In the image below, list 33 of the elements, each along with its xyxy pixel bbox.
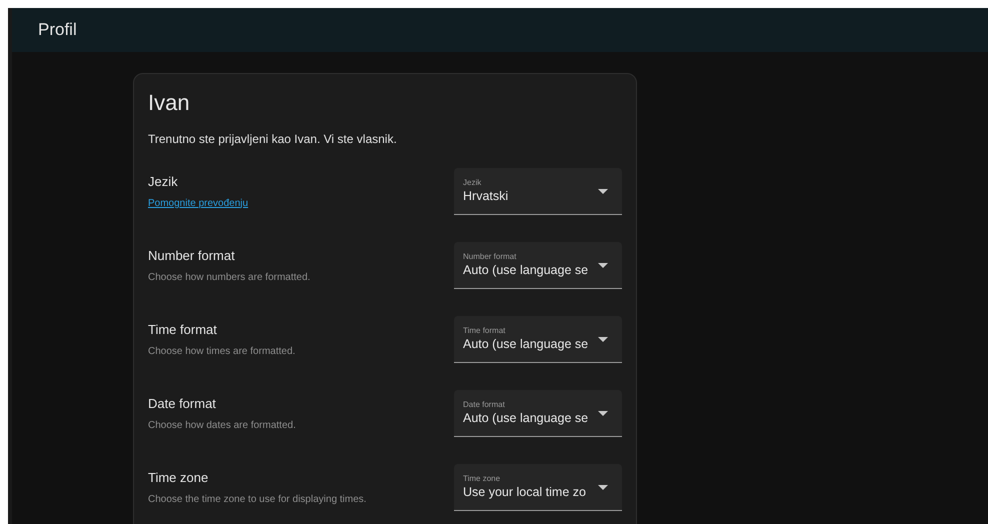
dropdown-caret-icon [598, 336, 608, 342]
setting-description: Choose how dates are formatted. [148, 418, 296, 433]
field-value: Auto (use language se [463, 336, 588, 352]
field-value: Auto (use language se [463, 262, 588, 278]
setting-label: Number format [148, 247, 236, 266]
field-label: Jezik [463, 178, 482, 188]
dropdown-caret-icon [598, 188, 608, 194]
dropdown-caret-icon [598, 410, 608, 416]
setting-label: Date format [148, 395, 217, 414]
card-title: Ivan [148, 89, 191, 117]
page-title: Profil [38, 19, 77, 42]
setting-label: Jezik [148, 173, 179, 192]
select-field[interactable]: Time zone Use your local time zo [454, 464, 622, 511]
field-value: Use your local time zo [463, 484, 586, 500]
setting-label: Time zone [148, 469, 210, 488]
select-field[interactable]: Jezik Hrvatski [454, 168, 622, 215]
field-label: Date format [463, 400, 506, 410]
dropdown-caret-icon [598, 262, 608, 268]
field-label: Number format [463, 252, 518, 262]
field-label: Time zone [463, 474, 502, 484]
select-field[interactable]: Time format Auto (use language se [454, 316, 622, 363]
field-label: Time format [463, 326, 506, 336]
dropdown-caret-icon [598, 484, 608, 490]
setting-description: Choose the time zone to use for displaying times. [148, 492, 366, 507]
setting-description: Choose how numbers are formatted. [148, 270, 310, 285]
setting-description: Choose how times are formatted. [148, 344, 296, 359]
help-translate-link[interactable]: Pomognite prevođenju [148, 196, 248, 211]
setting-label: Time format [148, 321, 218, 340]
select-field[interactable]: Date format Auto (use language se [454, 390, 622, 437]
intro-text: Trenutno ste prijavljeni kao Ivan. Vi ste vlasnik. [148, 131, 398, 148]
select-field[interactable]: Number format Auto (use language se [454, 242, 622, 289]
field-value: Hrvatski [463, 188, 508, 204]
field-value: Auto (use language se [463, 410, 588, 426]
